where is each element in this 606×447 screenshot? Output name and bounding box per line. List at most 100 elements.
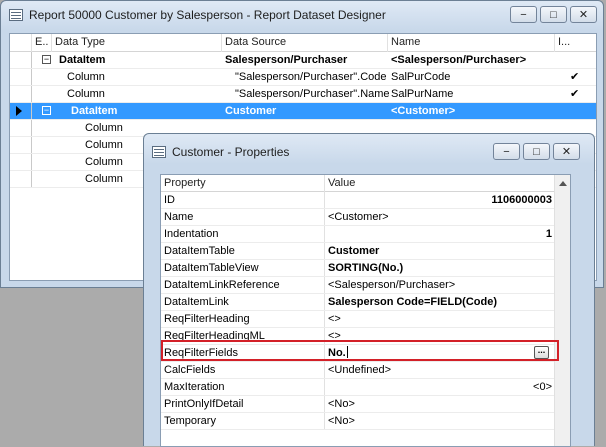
cell-data-type: DataItem xyxy=(59,54,106,66)
property-value[interactable]: 1 xyxy=(325,226,555,242)
property-value[interactable]: <Salesperson/Purchaser> xyxy=(325,277,555,293)
property-value[interactable]: <0> xyxy=(325,379,555,395)
table-row[interactable]: Column "Salesperson/Purchaser".Name SalPur… xyxy=(10,86,596,103)
property-row[interactable]: DataItemTable Customer xyxy=(161,243,556,260)
property-value-text: <> xyxy=(328,313,341,325)
property-row[interactable]: PrintOnlyIfDetail <No> xyxy=(161,396,556,413)
cell-data-type: Column xyxy=(67,88,105,100)
col-header-data-type[interactable]: Data Type xyxy=(52,34,222,52)
properties-grid: Property Value ID 1106000003 Name <Customer… xyxy=(160,174,571,447)
row-selector[interactable] xyxy=(10,52,32,68)
row-selector[interactable] xyxy=(10,137,32,153)
row-pointer-icon xyxy=(16,106,22,116)
col-header-expand[interactable]: E.. xyxy=(32,34,52,52)
col-header-value[interactable]: Value xyxy=(325,175,355,192)
props-window-title: Customer - Properties xyxy=(172,145,290,159)
property-name: DataItemLinkReference xyxy=(161,277,325,293)
property-name: DataItemTableView xyxy=(161,260,325,276)
scroll-up-icon[interactable] xyxy=(559,181,567,186)
props-maximize-button[interactable]: □ xyxy=(523,143,550,160)
property-name: Name xyxy=(161,209,325,225)
property-name: DataItemLink xyxy=(161,294,325,310)
cell-data-source: Customer xyxy=(225,105,277,117)
props-close-button[interactable]: ✕ xyxy=(553,143,580,160)
window-app-icon xyxy=(152,146,166,158)
cell-name: <Salesperson/Purchaser> xyxy=(391,54,527,66)
cell-name: <Customer> xyxy=(391,105,456,117)
window-app-icon xyxy=(9,9,23,21)
property-row[interactable]: ID 1106000003 xyxy=(161,192,556,209)
property-row[interactable]: ReqFilterHeading <> xyxy=(161,311,556,328)
cell-name: SalPurName xyxy=(391,88,454,100)
table-row[interactable]: − DataItem Salesperson/Purchaser <Salespers… xyxy=(10,52,596,69)
property-value-text: SORTING(No.) xyxy=(328,262,404,274)
include-check-icon: ✔ xyxy=(570,88,580,100)
property-row[interactable]: DataItemTableView SORTING(No.) xyxy=(161,260,556,277)
property-value[interactable]: SORTING(No.) xyxy=(325,260,555,276)
table-row[interactable]: − DataItem Customer <Customer> xyxy=(10,103,596,120)
props-grid-header: Property Value xyxy=(161,175,556,192)
property-name: PrintOnlyIfDetail xyxy=(161,396,325,412)
property-value-text: 1 xyxy=(545,228,552,240)
property-value-text: 1106000003 xyxy=(491,194,552,206)
reqfilterfields-highlight-box xyxy=(161,340,559,361)
col-header-include[interactable]: I... xyxy=(555,34,585,52)
property-value-text: <Customer> xyxy=(328,211,389,223)
property-name: ID xyxy=(161,192,325,208)
property-value[interactable]: <Customer> xyxy=(325,209,555,225)
row-selector[interactable] xyxy=(10,154,32,170)
property-value[interactable]: <Undefined> xyxy=(325,362,555,378)
property-name: ReqFilterHeading xyxy=(161,311,325,327)
row-selector[interactable] xyxy=(10,86,32,102)
cell-data-type: Column xyxy=(67,71,105,83)
cell-data-type: DataItem xyxy=(71,105,118,117)
cell-name: SalPurCode xyxy=(391,71,451,83)
property-row[interactable]: Temporary <No> xyxy=(161,413,556,430)
collapse-toggle-icon[interactable]: − xyxy=(42,55,51,64)
cell-data-source: "Salesperson/Purchaser".Name xyxy=(235,88,390,100)
property-row[interactable]: Indentation 1 xyxy=(161,226,556,243)
property-value[interactable]: <> xyxy=(325,311,555,327)
maximize-button[interactable]: □ xyxy=(540,6,567,23)
property-value[interactable]: 1106000003 xyxy=(325,192,555,208)
row-selector[interactable] xyxy=(10,171,32,187)
cell-data-source: Salesperson/Purchaser xyxy=(225,54,348,66)
collapse-toggle-icon[interactable]: − xyxy=(42,106,51,115)
col-header-data-source[interactable]: Data Source xyxy=(222,34,388,52)
property-name: Indentation xyxy=(161,226,325,242)
row-selector[interactable] xyxy=(10,103,32,119)
properties-window: Customer - Properties − □ ✕ Property Val… xyxy=(143,133,595,447)
grid-header: E.. Data Type Data Source Name I... xyxy=(10,34,596,52)
cell-data-source: "Salesperson/Purchaser".Code xyxy=(235,71,387,83)
property-value-text: <0> xyxy=(533,381,552,393)
property-row[interactable]: Name <Customer> xyxy=(161,209,556,226)
props-vertical-scrollbar[interactable] xyxy=(554,175,570,446)
main-window-title: Report 50000 Customer by Salesperson - R… xyxy=(29,8,386,22)
property-row[interactable]: DataItemLink Salesperson Code=FIELD(Code) xyxy=(161,294,556,311)
col-header-name[interactable]: Name xyxy=(388,34,555,52)
property-row[interactable]: CalcFields <Undefined> xyxy=(161,362,556,379)
property-value-text: Customer xyxy=(328,245,380,257)
property-row[interactable]: MaxIteration <0> xyxy=(161,379,556,396)
row-selector[interactable] xyxy=(10,69,32,85)
property-value[interactable]: Salesperson Code=FIELD(Code) xyxy=(325,294,555,310)
property-name: Temporary xyxy=(161,413,325,429)
property-value[interactable]: Customer xyxy=(325,243,555,259)
row-selector[interactable] xyxy=(10,120,32,136)
minimize-button[interactable]: − xyxy=(510,6,537,23)
close-button[interactable]: ✕ xyxy=(570,6,597,23)
property-name: CalcFields xyxy=(161,362,325,378)
property-value-text: <Salesperson/Purchaser> xyxy=(328,279,456,291)
property-value-text: <No> xyxy=(328,415,355,427)
property-value-text: <No> xyxy=(328,398,355,410)
property-value[interactable]: <No> xyxy=(325,413,555,429)
include-check-icon: ✔ xyxy=(570,71,580,83)
property-value[interactable]: <No> xyxy=(325,396,555,412)
props-minimize-button[interactable]: − xyxy=(493,143,520,160)
property-name: DataItemTable xyxy=(161,243,325,259)
property-row[interactable]: DataItemLinkReference <Salesperson/Purcha… xyxy=(161,277,556,294)
table-row[interactable]: Column "Salesperson/Purchaser".Code SalPur… xyxy=(10,69,596,86)
property-value-text: <Undefined> xyxy=(328,364,391,376)
property-name: MaxIteration xyxy=(161,379,325,395)
col-header-property[interactable]: Property xyxy=(161,175,325,192)
